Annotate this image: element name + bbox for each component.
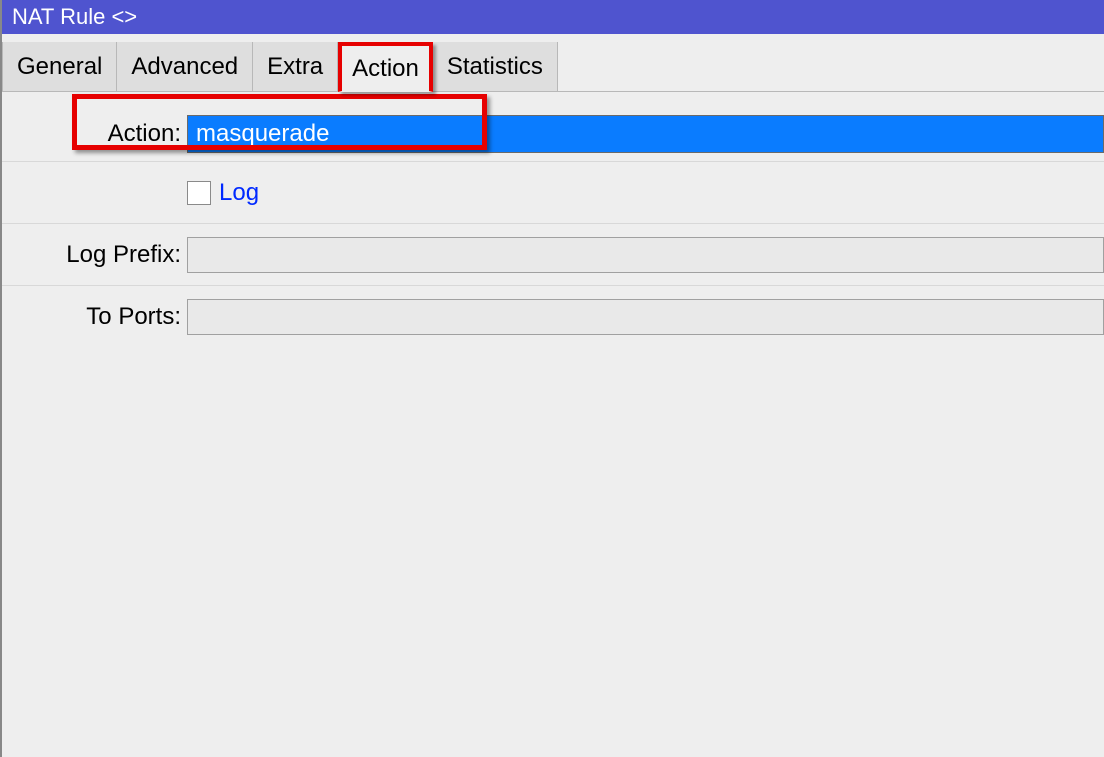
label-log[interactable]: Log (219, 179, 259, 207)
row-log-prefix: Log Prefix: (2, 224, 1104, 286)
tab-extra[interactable]: Extra (253, 42, 338, 92)
log-checkbox[interactable] (187, 181, 211, 205)
label-action: Action: (2, 120, 187, 148)
row-log: Log (2, 162, 1104, 224)
tab-action[interactable]: Action (338, 42, 433, 92)
action-select[interactable]: masquerade (187, 115, 1104, 153)
tab-statistics[interactable]: Statistics (433, 42, 558, 92)
tab-advanced[interactable]: Advanced (117, 42, 253, 92)
tab-bar: General Advanced Extra Action Statistics (2, 34, 1104, 92)
window-title: NAT Rule <> (12, 4, 137, 30)
window-titlebar: NAT Rule <> (2, 0, 1104, 34)
label-to-ports: To Ports: (2, 303, 187, 331)
nat-rule-window: NAT Rule <> General Advanced Extra Actio… (0, 0, 1104, 757)
action-form: Action: masquerade Log Log Prefix: (2, 92, 1104, 348)
row-action: Action: masquerade (2, 106, 1104, 162)
label-log-prefix: Log Prefix: (2, 241, 187, 269)
window-content: General Advanced Extra Action Statistics… (2, 34, 1104, 757)
log-prefix-input[interactable] (187, 237, 1104, 273)
row-to-ports: To Ports: (2, 286, 1104, 348)
to-ports-input[interactable] (187, 299, 1104, 335)
tab-general[interactable]: General (2, 42, 117, 92)
